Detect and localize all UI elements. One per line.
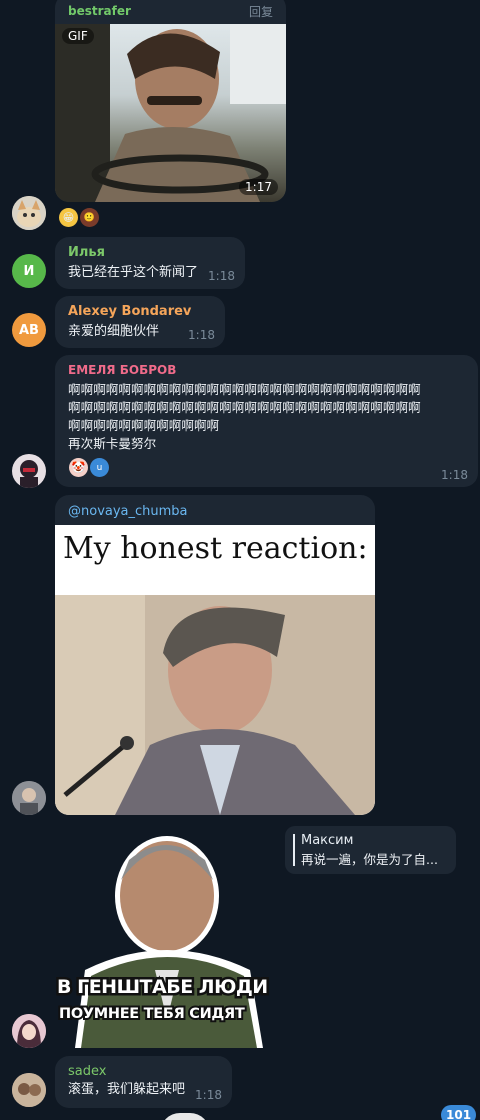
message-time: 1:18 <box>441 468 468 482</box>
reply-author: Максим <box>301 833 354 848</box>
anime-avatar-image <box>12 1014 46 1048</box>
message-time: 1:18 <box>195 1088 222 1102</box>
novaya-avatar-image <box>12 781 46 815</box>
reaction-grin-emoji[interactable]: 😁 <box>59 208 78 227</box>
reply-link[interactable]: 回复 <box>249 3 273 20</box>
message-sadex[interactable]: sadex 滚蛋，我们躲起来吧 1:18 <box>55 1056 232 1108</box>
avatar-novaya[interactable] <box>12 781 46 815</box>
message-text-line-4: 再次斯卡曼努尔 <box>68 436 157 451</box>
reply-bar <box>293 834 295 866</box>
avatar-emelya[interactable] <box>12 454 46 488</box>
message-alexey[interactable]: Alexey Bondarev 亲爱的细胞伙伴 1:18 <box>55 296 225 348</box>
avatar-cat[interactable] <box>12 196 46 230</box>
message-gif-bestrafer[interactable]: bestrafer 回复 GIF 1:17 <box>55 0 286 202</box>
message-ilya[interactable]: Илья 我已经在乎这个新闻了 1:18 <box>55 237 245 289</box>
sticker-image[interactable]: В ГЕНШТАБЕ ЛЮДИ ПОУМНЕЕ ТЕБЯ СИДЯТ <box>55 820 280 1048</box>
avatar-alexey[interactable]: AB <box>12 313 46 347</box>
unread-count-badge[interactable]: 101 <box>441 1105 477 1120</box>
message-emelya[interactable]: ЕМЕЛЯ БОБРОВ 啊啊啊啊啊啊啊啊啊啊啊啊啊啊啊啊啊啊啊啊啊啊啊啊啊啊啊… <box>55 355 478 487</box>
message-text-line-1: 啊啊啊啊啊啊啊啊啊啊啊啊啊啊啊啊啊啊啊啊啊啊啊啊啊啊啊啊 <box>68 382 421 397</box>
sender-name[interactable]: Илья <box>68 245 105 260</box>
next-message-peek <box>160 1113 210 1120</box>
forwarded-from-link[interactable]: @novaya_chumba <box>68 504 188 519</box>
sticker-caption-line-2: ПОУМНЕЕ ТЕБЯ СИДЯТ <box>57 1004 247 1024</box>
reply-preview[interactable]: Максим 再说一遍，你是为了自... <box>285 826 456 874</box>
sender-name[interactable]: bestrafer <box>68 4 131 18</box>
meme-caption: My honest reaction: <box>63 531 368 566</box>
reaction-clown-emoji[interactable]: 🤡 <box>69 458 88 477</box>
sticker-caption-line-1: В ГЕНШТАБЕ ЛЮДИ <box>55 974 271 1001</box>
message-text: 亲爱的细胞伙伴 <box>68 324 160 339</box>
sender-name[interactable]: ЕМЕЛЯ БОБРОВ <box>68 363 176 377</box>
message-text-line-3: 啊啊啊啊啊啊啊啊啊啊啊啊 <box>68 418 220 433</box>
sender-name[interactable]: Alexey Bondarev <box>68 304 191 319</box>
sadex-avatar-image <box>12 1073 46 1107</box>
avatar-ilya[interactable]: И <box>12 254 46 288</box>
meme-photo <box>55 595 375 815</box>
gif-badge: GIF <box>62 28 94 44</box>
message-text-line-2: 啊啊啊啊啊啊啊啊啊啊啊啊啊啊啊啊啊啊啊啊啊啊啊啊啊啊啊啊 <box>68 400 421 415</box>
reaction-avatar-icon[interactable]: 🙂 <box>80 208 99 227</box>
gif-preview[interactable]: GIF 1:17 <box>55 24 286 202</box>
avatar-sticker-sender[interactable] <box>12 1014 46 1048</box>
message-time: 1:18 <box>208 269 235 283</box>
sender-name[interactable]: sadex <box>68 1064 106 1079</box>
avatar-sadex[interactable] <box>12 1073 46 1107</box>
cat-avatar-image <box>12 196 46 230</box>
gif-duration: 1:17 <box>239 179 278 195</box>
message-text: 我已经在乎这个新闻了 <box>68 265 199 280</box>
gif-scene <box>55 24 286 202</box>
reply-text: 再说一遍，你是为了自... <box>301 852 438 867</box>
reaction-user-badge[interactable]: u <box>90 458 109 477</box>
emelya-avatar-image <box>12 454 46 488</box>
meme-image[interactable]: My honest reaction: <box>55 525 375 815</box>
message-time: 1:18 <box>188 328 215 342</box>
message-meme[interactable]: @novaya_chumba My honest reaction: <box>55 495 375 815</box>
message-text: 滚蛋，我们躲起来吧 <box>68 1082 186 1097</box>
